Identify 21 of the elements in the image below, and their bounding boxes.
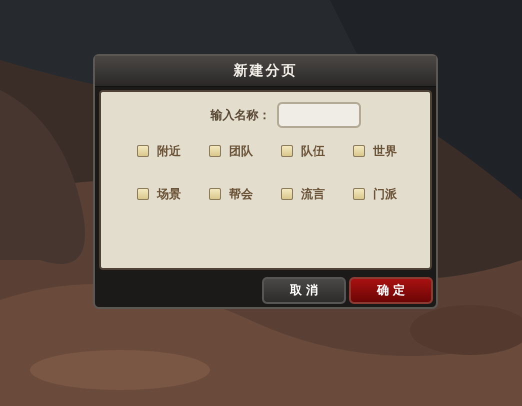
checkbox-label: 队伍 bbox=[301, 143, 325, 160]
checkbox-label: 流言 bbox=[301, 186, 325, 203]
cancel-button[interactable]: 取 消 bbox=[262, 276, 346, 304]
checkbox-label: 场景 bbox=[157, 186, 181, 203]
checkbox[interactable] bbox=[137, 188, 149, 200]
name-input-field[interactable] bbox=[276, 102, 360, 128]
checkbox-label: 世界 bbox=[373, 143, 397, 160]
name-label: 输入名称： bbox=[210, 107, 270, 124]
checkbox-label: 团队 bbox=[229, 143, 253, 160]
checkbox[interactable] bbox=[353, 145, 365, 157]
checkbox-label: 帮会 bbox=[229, 186, 253, 203]
checkbox[interactable] bbox=[281, 145, 293, 157]
checkbox-label: 门派 bbox=[373, 186, 397, 203]
checkbox[interactable] bbox=[353, 188, 365, 200]
dialog-title: 新建分页 bbox=[95, 56, 436, 87]
checkbox[interactable] bbox=[281, 188, 293, 200]
checkbox[interactable] bbox=[209, 145, 221, 157]
confirm-button[interactable]: 确 定 bbox=[349, 276, 433, 304]
checkbox[interactable] bbox=[209, 188, 221, 200]
checkbox-label: 附近 bbox=[157, 143, 181, 160]
checkbox[interactable] bbox=[137, 145, 149, 157]
